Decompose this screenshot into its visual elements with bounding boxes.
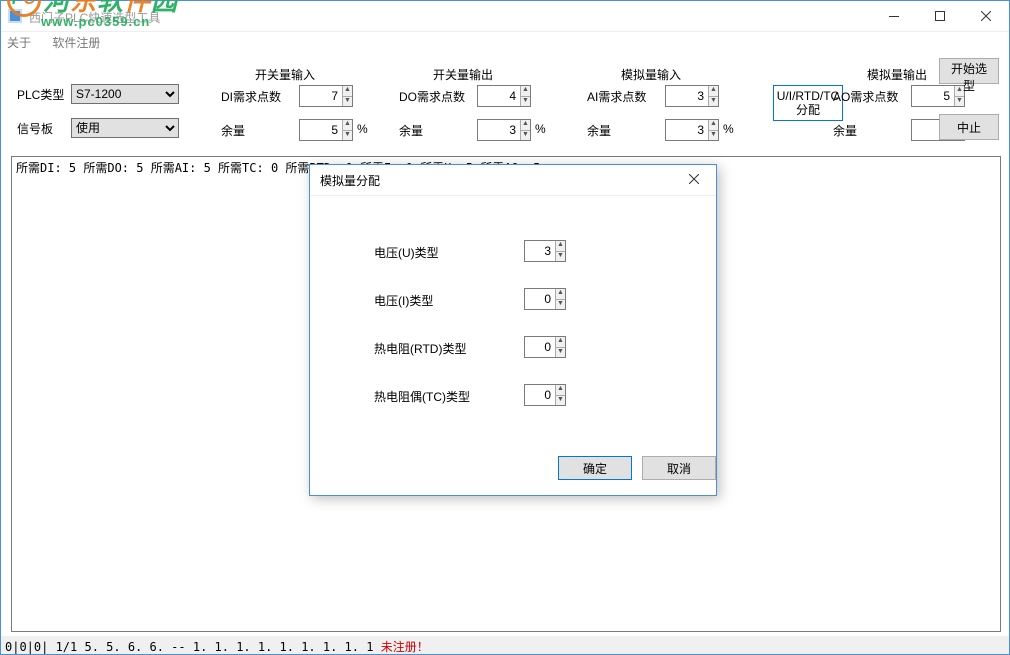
spin-down-icon[interactable]: ▼ [556, 252, 565, 262]
di-need-stepper[interactable]: ▲▼ [299, 85, 353, 107]
i-type-stepper[interactable]: ▲▼ [524, 288, 566, 310]
app-icon [7, 8, 23, 24]
dialog-titlebar: 模拟量分配 [310, 165, 716, 196]
close-icon [689, 174, 699, 184]
spin-up-icon[interactable]: ▲ [709, 120, 718, 131]
dialog-title: 模拟量分配 [320, 172, 380, 189]
percent-label: % [723, 122, 734, 136]
rtd-type-stepper[interactable]: ▲▼ [524, 336, 566, 358]
do-margin-label: 余量 [399, 122, 423, 139]
spin-down-icon[interactable]: ▼ [709, 97, 718, 107]
ai-need-input[interactable] [666, 86, 708, 106]
ai-margin-stepper[interactable]: ▲▼ [665, 119, 719, 141]
spin-down-icon[interactable]: ▼ [343, 97, 352, 107]
statusbar: 0|0|0| 1/1 5. 5. 6. 6. -- 1. 1. 1. 1. 1.… [1, 636, 1009, 654]
tc-type-label: 热电阻偶(TC)类型 [374, 388, 470, 405]
spin-up-icon[interactable]: ▲ [709, 86, 718, 97]
close-button[interactable] [963, 1, 1009, 31]
minimize-icon [889, 16, 899, 17]
ai-header: 模拟量输入 [621, 66, 681, 83]
tc-type-input[interactable] [525, 385, 555, 405]
spin-up-icon[interactable]: ▲ [556, 241, 565, 252]
spin-up-icon[interactable]: ▲ [343, 86, 352, 97]
rtd-type-input[interactable] [525, 337, 555, 357]
cancel-button[interactable]: 取消 [642, 456, 716, 480]
titlebar: 西门子PLC快速选型工具 [1, 1, 1009, 32]
u-type-label: 电压(U)类型 [374, 244, 439, 261]
do-need-input[interactable] [478, 86, 520, 106]
alloc-line1: U/I/RTD/TC [774, 89, 842, 103]
signal-board-label: 信号板 [17, 120, 53, 137]
do-need-label: DO需求点数 [399, 88, 465, 105]
plc-type-label: PLC类型 [17, 86, 64, 103]
do-margin-input[interactable] [478, 120, 520, 140]
spin-down-icon[interactable]: ▼ [556, 396, 565, 406]
spin-up-icon[interactable]: ▲ [521, 86, 530, 97]
i-type-input[interactable] [525, 289, 555, 309]
config-panel: PLC类型 S7-1200 信号板 使用 开关量输入 DI需求点数 ▲▼ 余量 … [1, 58, 1009, 146]
percent-label: % [535, 122, 546, 136]
signal-board-select[interactable]: 使用 [71, 118, 179, 138]
maximize-icon [935, 11, 945, 21]
tc-type-stepper[interactable]: ▲▼ [524, 384, 566, 406]
di-margin-label: 余量 [221, 122, 245, 139]
di-need-input[interactable] [300, 86, 342, 106]
u-type-input[interactable] [525, 241, 555, 261]
spin-up-icon[interactable]: ▲ [556, 337, 565, 348]
ai-need-label: AI需求点数 [587, 88, 646, 105]
di-need-label: DI需求点数 [221, 88, 281, 105]
ao-need-stepper[interactable]: ▲▼ [911, 85, 965, 107]
ai-margin-input[interactable] [666, 120, 708, 140]
di-margin-stepper[interactable]: ▲▼ [299, 119, 353, 141]
menubar: 关于 软件注册 [1, 32, 1009, 58]
spin-down-icon[interactable]: ▼ [521, 97, 530, 107]
window-title: 西门子PLC快速选型工具 [29, 9, 160, 26]
ai-need-stepper[interactable]: ▲▼ [665, 85, 719, 107]
ao-margin-label: 余量 [833, 122, 857, 139]
do-header: 开关量输出 [433, 66, 493, 83]
menu-about[interactable]: 关于 [7, 36, 31, 50]
main-window: 西门子PLC快速选型工具 PC 河东软件园 www.pc0359.cn 关于 软… [0, 0, 1010, 655]
spin-up-icon[interactable]: ▲ [556, 385, 565, 396]
spin-down-icon[interactable]: ▼ [955, 97, 964, 107]
close-icon [981, 11, 991, 21]
u-type-stepper[interactable]: ▲▼ [524, 240, 566, 262]
minimize-button[interactable] [871, 1, 917, 31]
status-text: 0|0|0| 1/1 5. 5. 6. 6. -- 1. 1. 1. 1. 1.… [5, 640, 381, 654]
ao-need-input[interactable] [912, 86, 954, 106]
plc-type-select[interactable]: S7-1200 [71, 84, 179, 104]
allocation-dialog: 模拟量分配 电压(U)类型 ▲▼ 电压(I)类型 ▲▼ 热电阻(RTD)类型 ▲… [309, 164, 717, 496]
start-button[interactable]: 开始选型 [939, 58, 999, 84]
rtd-type-label: 热电阻(RTD)类型 [374, 340, 466, 357]
i-type-label: 电压(I)类型 [374, 292, 433, 309]
spin-down-icon[interactable]: ▼ [343, 131, 352, 141]
spin-up-icon[interactable]: ▲ [556, 289, 565, 300]
maximize-button[interactable] [917, 1, 963, 31]
spin-up-icon[interactable]: ▲ [521, 120, 530, 131]
do-margin-stepper[interactable]: ▲▼ [477, 119, 531, 141]
stop-button[interactable]: 中止 [939, 114, 999, 140]
spin-down-icon[interactable]: ▼ [556, 300, 565, 310]
menu-register[interactable]: 软件注册 [52, 36, 100, 50]
ok-button[interactable]: 确定 [558, 456, 632, 480]
ai-margin-label: 余量 [587, 122, 611, 139]
status-register: 未注册！ [381, 640, 429, 654]
spin-up-icon[interactable]: ▲ [343, 120, 352, 131]
di-margin-input[interactable] [300, 120, 342, 140]
di-header: 开关量输入 [255, 66, 315, 83]
spin-down-icon[interactable]: ▼ [556, 348, 565, 358]
ao-header: 模拟量输出 [867, 66, 927, 83]
percent-label: % [357, 122, 368, 136]
spin-down-icon[interactable]: ▼ [709, 131, 718, 141]
spin-down-icon[interactable]: ▼ [521, 131, 530, 141]
dialog-close-button[interactable] [672, 165, 716, 195]
do-need-stepper[interactable]: ▲▼ [477, 85, 531, 107]
ao-need-label: AO需求点数 [833, 88, 898, 105]
alloc-line2: 分配 [774, 103, 842, 117]
window-controls [871, 1, 1009, 31]
